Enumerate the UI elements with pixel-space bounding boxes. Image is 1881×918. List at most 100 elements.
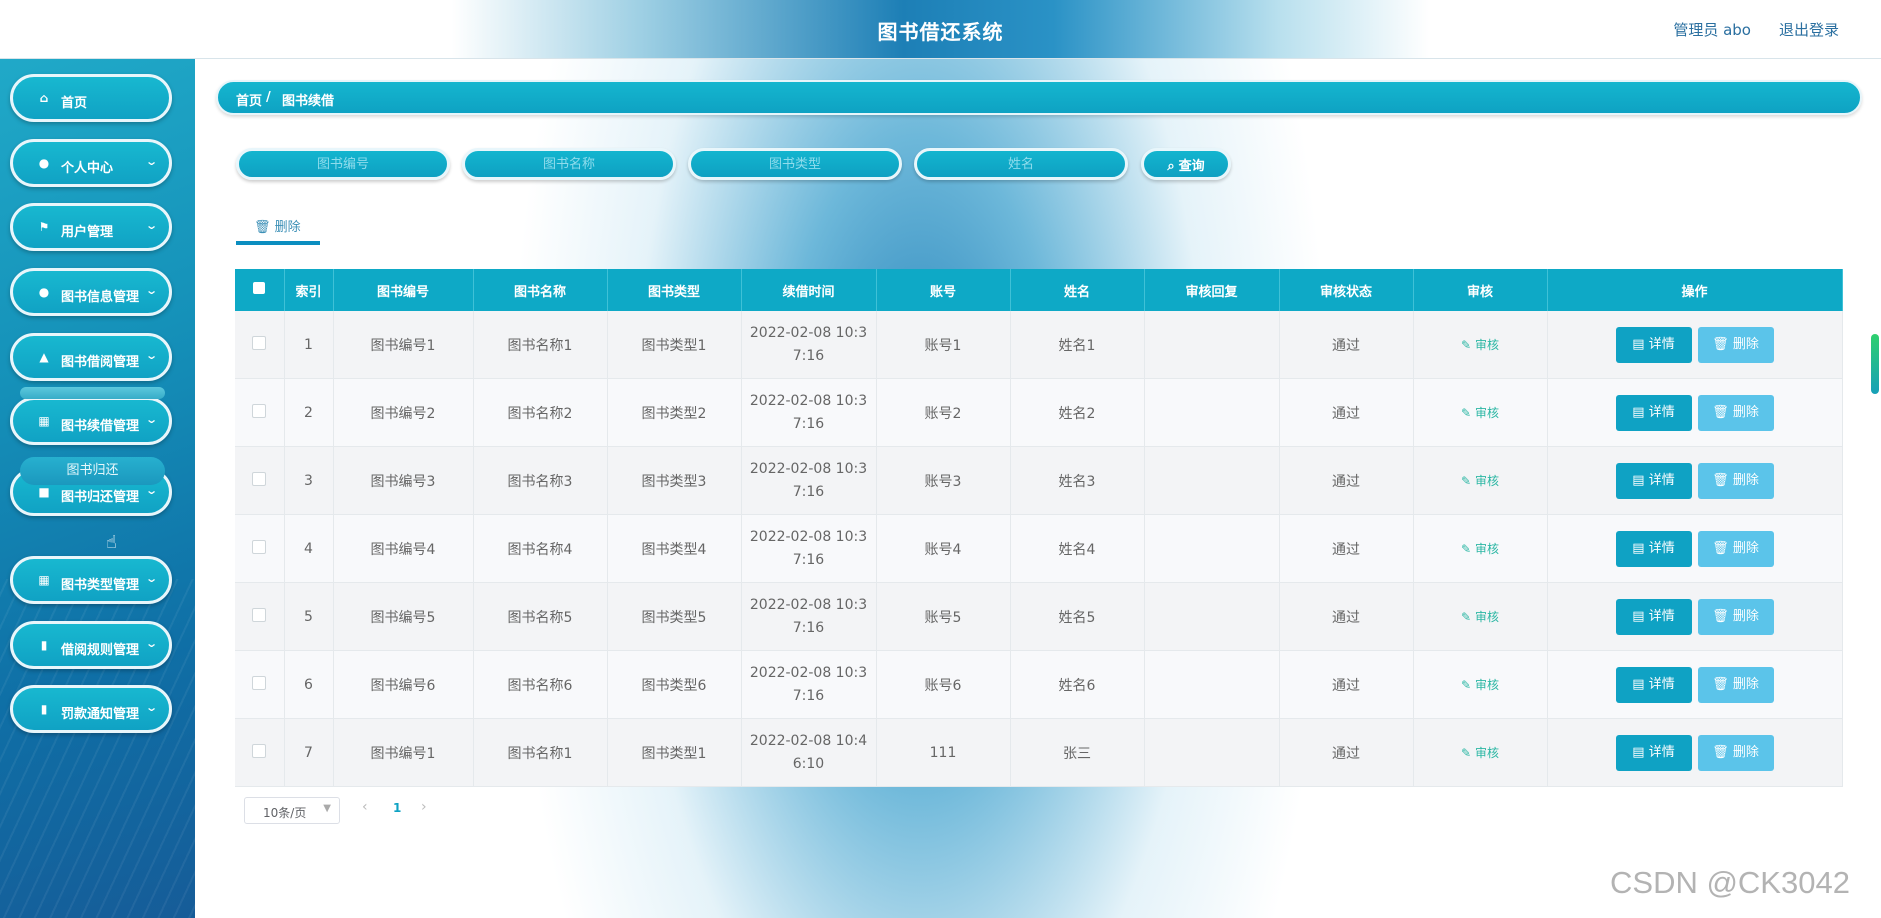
audit-link[interactable]: ✎ 审核 [1461,474,1499,488]
row-checkbox[interactable] [252,743,267,758]
cell-book-name: 图书名称6 [473,650,608,719]
sidebar-item-4[interactable]: ● 图书信息管理 ⌄ [10,268,172,316]
time-line-2: 7:16 [792,483,825,500]
cell-book-type: 图书类型2 [607,378,742,447]
column-header: 图书名称 [473,269,608,311]
row-select-cell[interactable] [235,514,285,583]
detail-button[interactable]: ▤ 详情 [1615,394,1692,431]
detail-label: 详情 [1648,744,1675,760]
delete-button[interactable]: 🗑 删除 [1697,530,1774,567]
cell-name: 姓名2 [1010,378,1145,447]
row-checkbox[interactable] [252,607,267,622]
cell-book-type: 图书类型1 [607,718,742,787]
breadcrumb-home[interactable]: 首页 [236,90,262,109]
delete-button[interactable]: 🗑 删除 [1697,734,1774,771]
page-size-select[interactable]: 10条/页 ▼ [244,797,340,824]
prev-page-button[interactable]: ‹ [362,799,368,815]
document-icon: ▤ [1632,676,1645,692]
scrollbar-thumb[interactable] [1871,334,1879,394]
document-icon: ▤ [1632,472,1645,488]
grid-icon: ▦ [38,573,50,587]
book-type-input[interactable] [688,148,902,180]
row-checkbox[interactable] [252,471,267,486]
cell-account: 账号1 [876,311,1011,379]
page-number-current[interactable]: 1 [393,801,401,815]
row-checkbox[interactable] [252,539,267,554]
sidebar-item-9[interactable]: ▮ 借阅规则管理 ⌄ [10,621,172,669]
detail-label: 详情 [1648,676,1675,692]
row-select-cell[interactable] [235,311,285,379]
delete-button[interactable]: 🗑 删除 [1697,326,1774,363]
next-page-button[interactable]: › [421,799,427,815]
sidebar-item-5[interactable]: ▲ 图书借阅管理 ⌄ [10,333,172,381]
audit-link[interactable]: ✎ 审核 [1461,610,1499,624]
chart-icon: ▮ [40,702,48,716]
time-line-2: 7:16 [792,551,825,568]
row-select-cell[interactable] [235,718,285,787]
column-header: 姓名 [1010,269,1145,311]
audit-link[interactable]: ✎ 审核 [1461,406,1499,420]
cell-book-no: 图书编号1 [333,718,474,787]
edit-icon: ✎ [1461,610,1472,624]
cell-index: 5 [284,582,334,651]
sidebar-item-2[interactable]: ● 个人中心 ⌄ [10,139,172,187]
delete-label: 删除 [1732,404,1759,420]
row-select-cell[interactable] [235,650,285,719]
detail-button[interactable]: ▤ 详情 [1615,326,1692,363]
cell-actions: ▤ 详情 🗑 删除 [1547,378,1843,447]
table-row: 4 图书编号4 图书名称4 图书类型4 2022-02-08 10:3 7:16 账号4 姓名… [235,514,1843,583]
detail-label: 详情 [1648,404,1675,420]
mouse-cursor-icon: ☝ [106,532,117,553]
cell-audit-reply [1144,718,1280,787]
delete-button[interactable]: 🗑 删除 [1697,598,1774,635]
logout-link[interactable]: 退出登录 [1779,19,1839,40]
audit-link[interactable]: ✎ 审核 [1461,338,1499,352]
row-checkbox[interactable] [252,335,267,350]
column-header: 账号 [876,269,1011,311]
column-header: 续借时间 [741,269,877,311]
audit-link[interactable]: ✎ 审核 [1461,678,1499,692]
audit-link[interactable]: ✎ 审核 [1461,746,1499,760]
sidebar-item-label: 首页 [61,96,88,111]
delete-button[interactable]: 🗑 删除 [1697,394,1774,431]
detail-button[interactable]: ▤ 详情 [1615,530,1692,567]
detail-button[interactable]: ▤ 详情 [1615,734,1692,771]
sidebar-item-1[interactable]: ⌂ 首页 [10,74,172,122]
stamp-icon: ▲ [39,350,49,364]
delete-button[interactable]: 🗑 删除 [1697,666,1774,703]
cell-book-no: 图书编号6 [333,650,474,719]
sidebar-item-label: 用户管理 [61,225,114,240]
sidebar-subitem-book-return[interactable]: 图书归还 [20,457,165,485]
delete-label: 删除 [1732,336,1759,352]
book-name-input[interactable] [462,148,676,180]
header-select-all[interactable] [235,269,285,311]
sidebar-item-10[interactable]: ▮ 罚款通知管理 ⌄ [10,685,172,733]
detail-button[interactable]: ▤ 详情 [1615,462,1692,499]
cell-index: 4 [284,514,334,583]
batch-delete-button[interactable]: 🗑 删除 [236,214,320,246]
query-button[interactable]: ⌕ 查询 [1141,148,1231,180]
row-select-cell[interactable] [235,446,285,515]
submenu-collapsed-bar [20,387,165,399]
cell-book-type: 图书类型6 [607,650,742,719]
book-no-input[interactable] [236,148,450,180]
table-header-row: 索引 图书编号 图书名称 图书类型 续借时间 账号 姓名 审核回复 审核状态 审… [235,269,1843,311]
query-label: 查询 [1178,157,1205,173]
row-checkbox[interactable] [252,675,267,690]
sidebar-item-6[interactable]: ▦ 图书续借管理 ⌄ [10,397,172,445]
audit-link[interactable]: ✎ 审核 [1461,542,1499,556]
detail-button[interactable]: ▤ 详情 [1615,598,1692,635]
row-select-cell[interactable] [235,378,285,447]
grid-icon: ▦ [38,414,50,428]
delete-label: 删除 [1732,540,1759,556]
row-checkbox[interactable] [252,403,267,418]
row-select-cell[interactable] [235,582,285,651]
name-input[interactable] [914,148,1128,180]
sidebar-item-3[interactable]: ⚑ 用户管理 ⌄ [10,203,172,251]
delete-button[interactable]: 🗑 删除 [1697,462,1774,499]
select-all-checkbox[interactable] [253,282,266,294]
detail-button[interactable]: ▤ 详情 [1615,666,1692,703]
edit-icon: ✎ [1461,474,1472,488]
sidebar-item-8[interactable]: ▦ 图书类型管理 ⌄ [10,556,172,604]
cell-book-name: 图书名称3 [473,446,608,515]
